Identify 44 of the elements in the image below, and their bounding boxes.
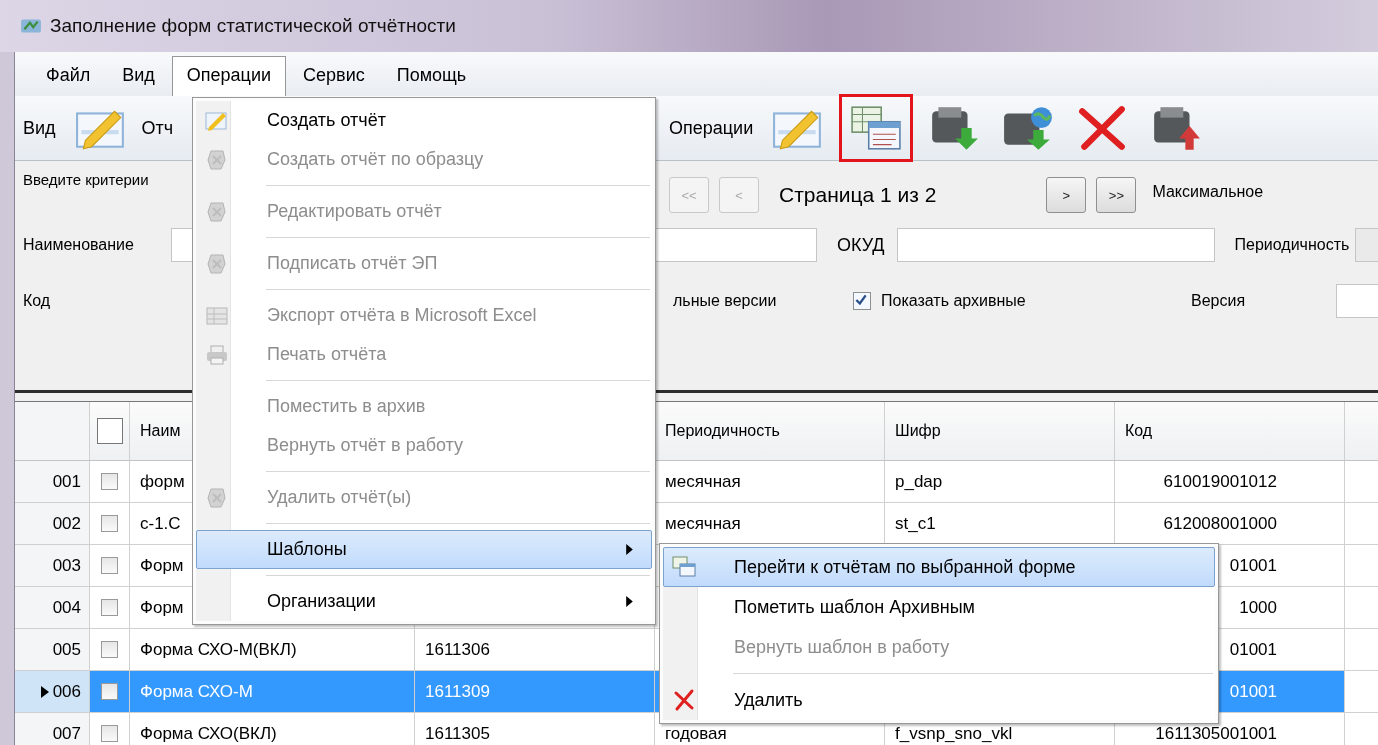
table-cell: Форма СХО(ВКЛ)	[140, 723, 277, 744]
filter-caption: Введите критерии	[23, 170, 150, 188]
table-cell-text: 1611305001001	[1154, 723, 1277, 744]
page-indicator: Страница 1 из 2	[779, 183, 937, 207]
table-cell-text: 01001	[1228, 555, 1277, 576]
code-label: Код	[23, 292, 52, 310]
table-cell: 1611305	[425, 723, 490, 744]
table-cell: Форма СХО-М	[140, 681, 253, 702]
toolbar-label: Отч	[141, 117, 174, 139]
toolbar-label: Операции	[669, 117, 754, 139]
toolbar-label: Вид	[23, 117, 56, 139]
table-cell: 1611306	[425, 639, 490, 660]
row-number: 002	[52, 513, 81, 534]
table-cell-text: 610019001012	[1162, 471, 1277, 492]
name-label: Наименование	[23, 236, 135, 254]
version-label: Версия	[1191, 292, 1247, 310]
table-cell: p_dap	[895, 471, 943, 492]
table-cell: f_vsnp_sno_vkl	[895, 723, 1013, 744]
row-number: 004	[52, 597, 81, 618]
table-cell: с-1.С	[140, 513, 181, 534]
row-number: 007	[52, 723, 81, 744]
row-number: 005	[52, 639, 81, 660]
row-number: 003	[52, 555, 81, 576]
table-cell: 1611309	[425, 681, 490, 702]
row-number: 006	[52, 681, 81, 702]
table-cell-text: 612008001000	[1162, 513, 1277, 534]
table-cell: Форм	[140, 555, 184, 576]
table-cell-text: 01001	[1228, 681, 1277, 702]
window-title: Заполнение форм статистической отчётности	[50, 15, 456, 37]
okud-label: ОКУД	[837, 234, 885, 256]
periodicity-label: Периодичность	[1234, 236, 1350, 254]
table-cell: годовая	[665, 723, 727, 744]
archived-label: Показать архивные	[881, 292, 1027, 310]
table-cell: форм	[140, 471, 185, 492]
table-cell: месячная	[665, 513, 741, 534]
table-cell: Форма СХО-М(ВКЛ)	[140, 639, 297, 660]
table-cell-text: 01001	[1228, 639, 1277, 660]
table-cell: месячная	[665, 471, 741, 492]
table-cell: Форм	[140, 597, 184, 618]
row-number: 001	[52, 471, 81, 492]
table-cell: st_c1	[895, 513, 936, 534]
table-cell-text: 1000	[1238, 597, 1277, 618]
max-label: Максимальное	[1152, 183, 1264, 201]
versions-label: льные версии	[673, 292, 778, 310]
